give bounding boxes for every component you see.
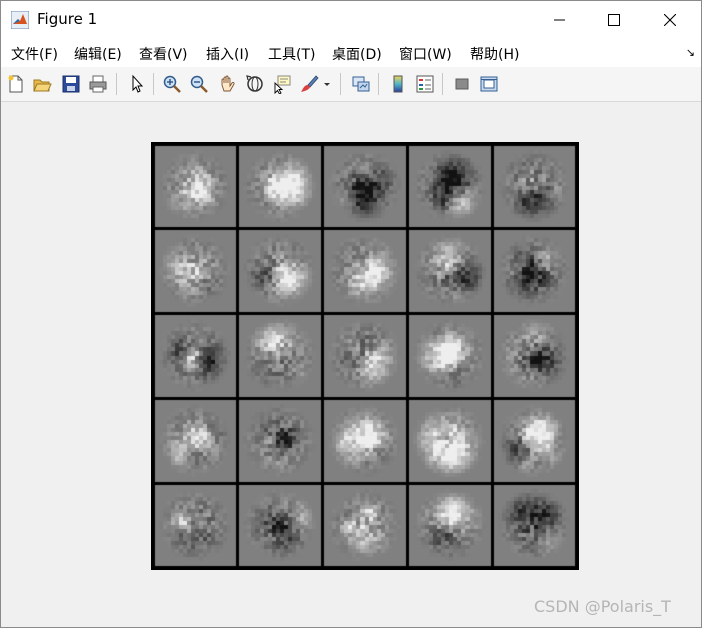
figure-window: Figure 1 文件(F) 编辑(E) 查看(V) 插入(I) 工具(T) 桌…: [0, 0, 702, 628]
link-plot-icon[interactable]: [351, 74, 371, 94]
zoom-in-icon[interactable]: [162, 74, 182, 94]
data-cursor-icon[interactable]: [272, 74, 292, 94]
menu-bar: 文件(F) 编辑(E) 查看(V) 插入(I) 工具(T) 桌面(D) 窗口(W…: [1, 39, 701, 67]
toolbar-separator: [442, 73, 443, 95]
title-bar[interactable]: Figure 1: [1, 1, 701, 39]
figure-canvas: [1, 102, 701, 627]
watermark-text: CSDN @Polaris_T: [534, 597, 671, 616]
show-plot-tools-icon[interactable]: [479, 74, 499, 94]
open-file-icon[interactable]: [32, 74, 52, 94]
matlab-logo-icon: [11, 11, 29, 29]
toolbar-separator: [153, 73, 154, 95]
pan-hand-icon[interactable]: [217, 74, 237, 94]
rotate-3d-icon[interactable]: [245, 74, 265, 94]
menu-edit[interactable]: 编辑(E): [74, 44, 122, 64]
menu-help[interactable]: 帮助(H): [470, 44, 519, 64]
minimize-button[interactable]: [537, 1, 583, 39]
hide-plot-tools-icon[interactable]: [452, 74, 472, 94]
brush-dropdown-chevron-down-icon[interactable]: [323, 82, 331, 88]
toolbar-separator: [378, 73, 379, 95]
zoom-out-icon[interactable]: [189, 74, 209, 94]
menu-tools[interactable]: 工具(T): [268, 44, 315, 64]
save-icon[interactable]: [61, 74, 81, 94]
legend-icon[interactable]: [415, 74, 435, 94]
menu-overflow-arrow-icon[interactable]: ↘: [686, 46, 695, 59]
brush-icon[interactable]: [299, 74, 319, 94]
new-figure-icon[interactable]: [6, 74, 26, 94]
minimize-icon: [554, 19, 565, 21]
menu-desktop[interactable]: 桌面(D): [332, 44, 382, 64]
menu-window[interactable]: 窗口(W): [399, 44, 452, 64]
print-icon[interactable]: [88, 74, 108, 94]
maximize-button[interactable]: [591, 1, 637, 39]
menu-view[interactable]: 查看(V): [139, 44, 188, 64]
toolbar-separator: [116, 73, 117, 95]
menu-insert[interactable]: 插入(I): [206, 44, 249, 64]
menu-file[interactable]: 文件(F): [11, 44, 58, 64]
window-title: Figure 1: [37, 10, 98, 28]
colorbar-icon[interactable]: [388, 74, 408, 94]
close-icon: [664, 14, 676, 26]
select-pointer-icon[interactable]: [127, 74, 147, 94]
toolbar-separator: [340, 73, 341, 95]
maximize-icon: [608, 14, 620, 26]
figure-toolbar: [1, 67, 701, 102]
weight-visualization-grid: [151, 142, 579, 570]
close-button[interactable]: [647, 1, 693, 39]
